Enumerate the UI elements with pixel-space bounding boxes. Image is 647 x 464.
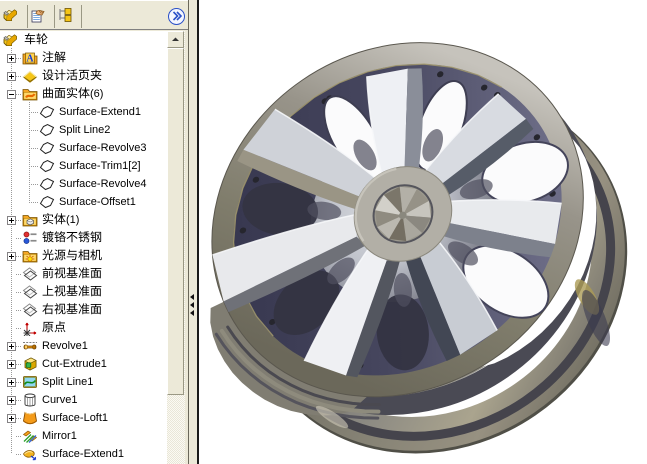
svg-text:A: A xyxy=(26,54,34,65)
